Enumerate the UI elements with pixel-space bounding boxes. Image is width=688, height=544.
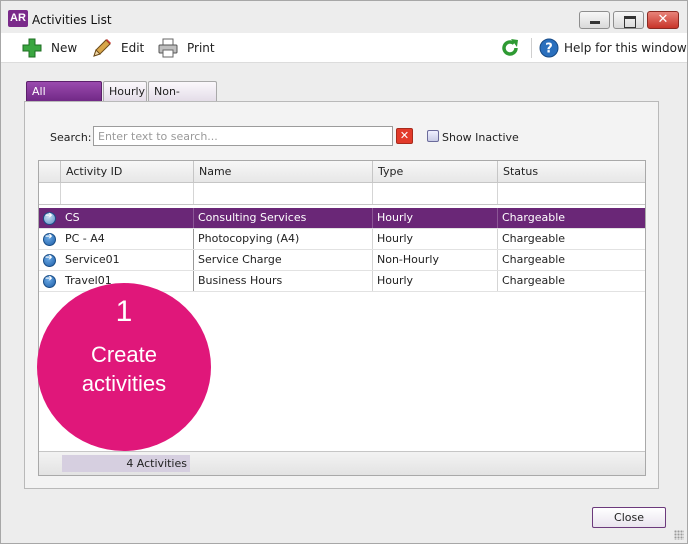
activity-count: 4 Activities (62, 455, 190, 472)
close-window-button[interactable]: ✕ (647, 11, 679, 29)
print-button[interactable]: Print (157, 36, 215, 60)
refresh-button[interactable] (499, 36, 529, 60)
column-header-type[interactable]: Type (373, 161, 498, 183)
new-button[interactable]: New (21, 36, 77, 60)
app-logo: AR (8, 10, 28, 27)
pencil-icon (91, 37, 113, 59)
clear-icon: ✕ (399, 129, 410, 142)
cell-status: Chargeable (502, 211, 566, 224)
cell-type: Hourly (373, 271, 498, 291)
row-arrow-icon[interactable] (43, 232, 56, 246)
grid-header: Activity ID Name Type Status (39, 161, 645, 183)
filter-activity-id[interactable] (61, 183, 194, 204)
help-label: Help for this window (564, 41, 687, 55)
callout-line-2: activities (81, 371, 167, 396)
column-header-status[interactable]: Status (498, 161, 645, 183)
filter-name[interactable] (194, 183, 373, 204)
table-row[interactable]: PC - A4 Photocopying (A4) Hourly Chargea… (39, 229, 645, 250)
window-title: Activities List (32, 13, 112, 27)
cell-status: Chargeable (502, 253, 566, 266)
cell-type: Hourly (373, 208, 498, 228)
callout-line-1: Create (90, 342, 158, 367)
callout-number: 1 (115, 295, 133, 328)
grid-filter-row (39, 183, 645, 205)
toolbar: New Edit Print ? Help for this window (1, 33, 687, 63)
title-bar[interactable]: AR Activities List ✕ (1, 1, 687, 33)
cell-name: Consulting Services (194, 208, 373, 228)
new-label: New (51, 41, 78, 55)
cell-status: Chargeable (502, 232, 566, 245)
cell-type: Non-Hourly (373, 250, 498, 270)
printer-icon (157, 37, 179, 59)
edit-label: Edit (121, 41, 145, 55)
cell-name: Photocopying (A4) (194, 229, 373, 249)
maximize-button[interactable] (613, 11, 644, 29)
cell-activity-id: PC - A4 (61, 229, 194, 249)
print-label: Print (187, 41, 215, 55)
cell-status: Chargeable (502, 274, 566, 287)
svg-text:?: ? (545, 42, 553, 57)
resize-grip[interactable] (674, 530, 684, 540)
tab-all-activities[interactable]: All Activities (26, 81, 102, 117)
table-row[interactable]: Service01 Service Charge Non-Hourly Char… (39, 250, 645, 271)
filter-type[interactable] (373, 183, 498, 204)
cell-activity-id: Service01 (61, 250, 194, 270)
minimize-button[interactable] (579, 11, 610, 29)
toolbar-separator (531, 38, 532, 58)
cell-activity-id: CS (61, 208, 194, 228)
close-button[interactable]: Close (592, 507, 666, 528)
cell-type: Hourly (373, 229, 498, 249)
search-label: Search: (50, 131, 92, 144)
column-header-name[interactable]: Name (194, 161, 373, 183)
clear-search-button[interactable]: ✕ (396, 128, 413, 144)
tab-hourly[interactable]: Hourly (103, 81, 147, 101)
row-arrow-icon[interactable] (43, 253, 56, 267)
edit-button[interactable]: Edit (91, 36, 144, 60)
minimize-icon (580, 12, 609, 28)
help-icon: ? (538, 37, 560, 59)
close-icon: ✕ (657, 12, 669, 27)
row-arrow-icon[interactable] (43, 211, 56, 225)
row-arrow-icon[interactable] (43, 274, 56, 288)
plus-icon (21, 37, 43, 59)
search-input[interactable] (93, 126, 393, 146)
filter-status[interactable] (498, 183, 645, 204)
show-inactive-checkbox[interactable] (427, 130, 439, 142)
filter-indicator-cell (39, 183, 61, 204)
show-inactive-label: Show Inactive (442, 131, 519, 144)
cell-name: Service Charge (194, 250, 373, 270)
callout-text: Create activities (37, 340, 211, 398)
table-row[interactable]: CS Consulting Services Hourly Chargeable (39, 208, 645, 229)
step-callout: 1 Create activities (37, 283, 211, 451)
refresh-icon (499, 37, 521, 59)
cell-name: Business Hours (194, 271, 373, 291)
grid-footer: 4 Activities (39, 451, 645, 475)
help-button[interactable]: ? Help for this window (538, 36, 687, 60)
activities-list-window: AR Activities List ✕ New Edit Print ? He… (0, 0, 688, 544)
tab-non-hourly[interactable]: Non-Hourly (148, 81, 217, 117)
maximize-icon (614, 12, 643, 28)
header-indicator (39, 161, 61, 183)
column-header-activity-id[interactable]: Activity ID (61, 161, 194, 183)
